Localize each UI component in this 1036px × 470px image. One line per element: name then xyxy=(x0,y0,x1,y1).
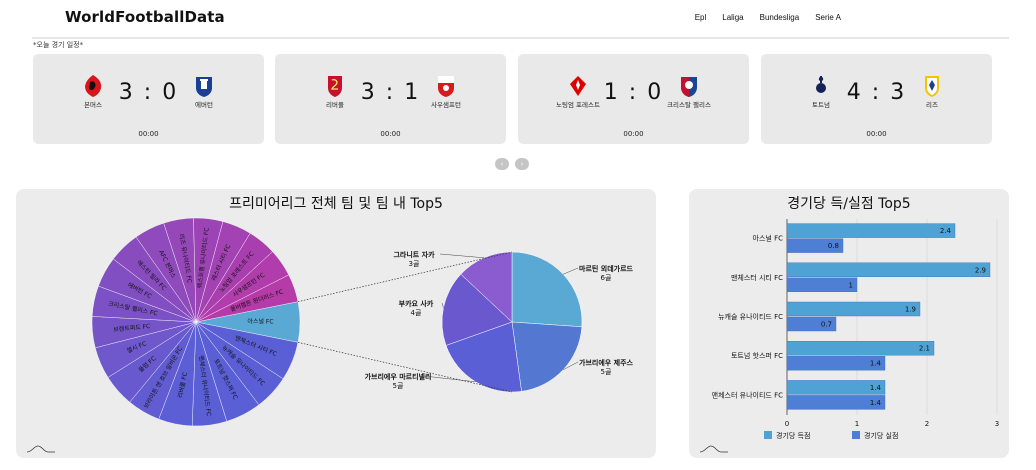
match-time: 00:00 xyxy=(380,130,401,138)
bar-value-label: 1.4 xyxy=(870,384,882,392)
league-nav: Epl Laliga Bundesliga Serie A xyxy=(695,13,841,22)
x-tick-label: 2 xyxy=(925,420,929,428)
header: WorldFootballData Epl Laliga Bundesliga … xyxy=(0,0,1036,38)
x-tick-label: 3 xyxy=(995,420,999,428)
bar-value-label: 2.1 xyxy=(919,345,930,353)
carousel-prev-button[interactable]: ‹ xyxy=(495,158,509,170)
match-time: 00:00 xyxy=(623,130,644,138)
leader-line xyxy=(563,267,579,275)
scorer-goals-label: 5골 xyxy=(601,368,612,376)
scored-bar[interactable] xyxy=(786,340,935,356)
scorer-name-label: 가브리에우 제주스 xyxy=(579,358,634,367)
match-card[interactable]: 토트넘 4 : 3 리즈 00:00 xyxy=(761,54,992,144)
leader-line xyxy=(439,253,485,259)
category-label: 토트넘 핫스퍼 FC xyxy=(731,351,783,360)
scorer-goals-label: 4골 xyxy=(411,309,422,317)
header-divider xyxy=(32,37,1009,39)
legend-label[interactable]: 경기당 실점 xyxy=(864,431,898,440)
today-matches-label: *오늘 경기 일정* xyxy=(33,41,84,49)
leader-line xyxy=(423,375,476,383)
legend-label[interactable]: 경기당 득점 xyxy=(776,431,810,440)
scored-bar[interactable] xyxy=(786,301,921,317)
bar-value-label: 1.9 xyxy=(905,306,916,314)
match-card[interactable]: 리버풀 3 : 1 사우샘프턴 00:00 xyxy=(275,54,506,144)
bar-value-label: 2.9 xyxy=(975,266,986,274)
away-team-name: 사우샘프턴 xyxy=(431,101,461,109)
match-time: 00:00 xyxy=(138,130,159,138)
sparkline-icon xyxy=(699,445,728,453)
brand-logo[interactable]: WorldFootballData xyxy=(65,8,225,26)
conceded-bar[interactable] xyxy=(786,277,858,293)
match-card[interactable]: 노팅엄 포레스트 1 : 0 크리스탈 팰리스 00:00 xyxy=(518,54,749,144)
scorer-name-label: 마르틴 외데가르드 xyxy=(579,264,634,273)
pie-chart-svg: 아스널 FC맨체스터 시티 FC뉴캐슬 유나이티드 FC토트넘 핫스퍼 FC맨체… xyxy=(91,217,634,427)
away-team-name: 리즈 xyxy=(926,101,938,109)
scorer-pie-slice[interactable] xyxy=(511,321,583,392)
carousel-controls: ‹ › xyxy=(495,158,529,170)
nav-bundesliga[interactable]: Bundesliga xyxy=(760,13,800,22)
bar-value-label: 0.7 xyxy=(821,321,832,329)
carousel-next-button[interactable]: › xyxy=(515,158,529,170)
bar-value-label: 1 xyxy=(849,281,853,289)
legend-swatch xyxy=(852,431,860,439)
pie-chart-panel: 프리미어리그 전체 팀 및 팀 내 Top5 아스널 FC 맨체스터 시티 FC 뉴… xyxy=(16,189,656,458)
pie-slice-label: 아스널 FC xyxy=(247,318,273,326)
bar-value-label: 2.4 xyxy=(940,227,952,235)
away-team: 에버턴 xyxy=(169,74,239,110)
match-card[interactable]: 본머스 3 : 0 에버턴 00:00 xyxy=(33,54,264,144)
scorer-goals-label: 5골 xyxy=(393,382,404,390)
category-label: 아스널 FC xyxy=(753,234,784,243)
x-tick-label: 0 xyxy=(785,420,789,428)
scorer-name-label: 그라니트 자카 xyxy=(393,250,435,259)
scored-bar[interactable] xyxy=(786,262,991,278)
scored-bar[interactable] xyxy=(786,223,956,238)
away-team-name: 에버턴 xyxy=(195,101,213,109)
category-label: 맨체스터 시티 FC xyxy=(731,273,783,282)
bar-value-label: 1.4 xyxy=(870,399,882,407)
everton-crest-icon xyxy=(196,77,212,97)
nav-serie-a[interactable]: Serie A xyxy=(815,13,841,22)
legend-swatch xyxy=(764,431,772,439)
category-label: 뉴캐슬 유나이티드 FC xyxy=(718,312,783,321)
category-label: 맨체스터 유나이티드 FC xyxy=(712,390,783,399)
bar-value-label: 0.8 xyxy=(828,242,839,250)
match-time: 00:00 xyxy=(866,130,887,138)
scorer-name-label: 부카요 사카 xyxy=(399,299,434,308)
crystal-palace-crest-icon xyxy=(681,77,697,97)
nav-laliga[interactable]: Laliga xyxy=(722,13,743,22)
southampton-crest-icon xyxy=(438,76,454,97)
away-team: 리즈 xyxy=(897,74,967,110)
nav-epl[interactable]: Epl xyxy=(695,13,707,22)
scorer-name-label: 가브리에우 마르티넬리 xyxy=(365,372,432,381)
sparkline-icon xyxy=(26,445,55,453)
bar-chart-panel: 경기당 득/실점 Top5 0 1 2 3 아스널 FC 2.4 0.8 맨체스터 시티 FC… xyxy=(689,189,1009,458)
leeds-crest-icon xyxy=(925,76,939,97)
scorer-goals-label: 3골 xyxy=(409,260,420,268)
bar-value-label: 1.4 xyxy=(870,360,882,368)
x-tick-label: 1 xyxy=(855,420,859,428)
away-team-name: 크리스탈 팰리스 xyxy=(667,101,711,109)
away-team: 사우샘프턴 xyxy=(411,74,481,110)
bar-chart-svg: 0 1 2 3 아스널 FC 2.4 0.8 맨체스터 시티 FC 2.9 1 뉴캐슬 유나이티드 … xyxy=(712,219,999,440)
leader-line xyxy=(441,302,444,308)
scorer-goals-label: 6골 xyxy=(601,274,612,282)
away-team: 크리스탈 팰리스 xyxy=(654,74,724,110)
scorer-pie-slice[interactable] xyxy=(511,251,583,328)
